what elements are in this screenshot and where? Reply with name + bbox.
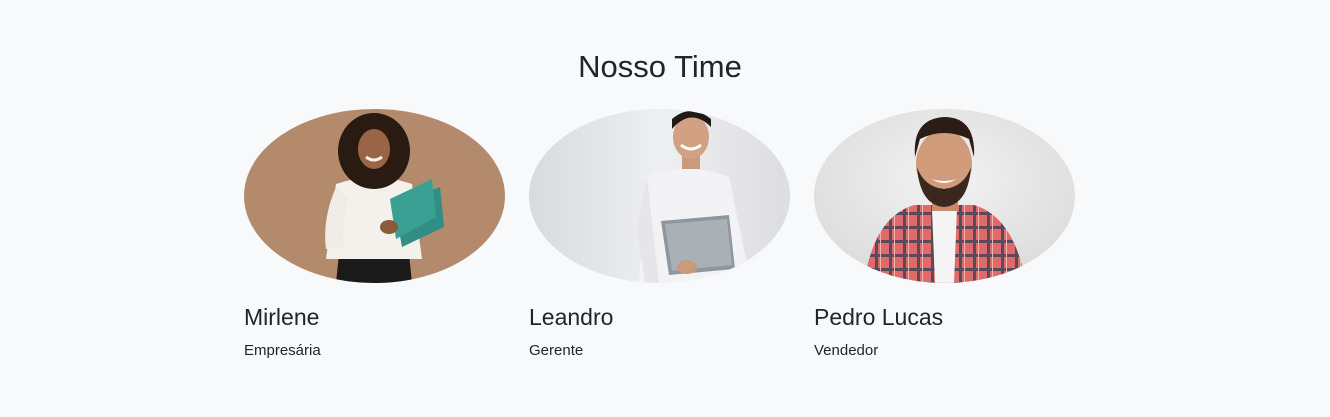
woman-portrait-icon — [244, 109, 505, 283]
team-member-card: Leandro Gerente — [529, 109, 791, 361]
member-role: Empresária — [244, 342, 321, 359]
section-title: Nosso Time — [578, 49, 742, 84]
member-photo — [814, 109, 1075, 283]
man-laptop-portrait-icon — [529, 109, 790, 283]
team-member-card: Pedro Lucas Vendedor — [814, 109, 1076, 361]
member-name: Leandro — [529, 304, 614, 330]
member-role: Vendedor — [814, 342, 879, 359]
team-section: Nosso Time Mirlene Empresária Leandro Ge… — [0, 0, 1330, 417]
bearded-man-portrait-icon — [814, 109, 1075, 283]
member-photo — [529, 109, 790, 283]
member-role: Gerente — [529, 342, 584, 359]
member-name: Pedro Lucas — [814, 304, 944, 330]
member-name: Mirlene — [244, 304, 320, 330]
team-member-card: Mirlene Empresária — [244, 109, 506, 361]
member-photo — [244, 109, 505, 283]
